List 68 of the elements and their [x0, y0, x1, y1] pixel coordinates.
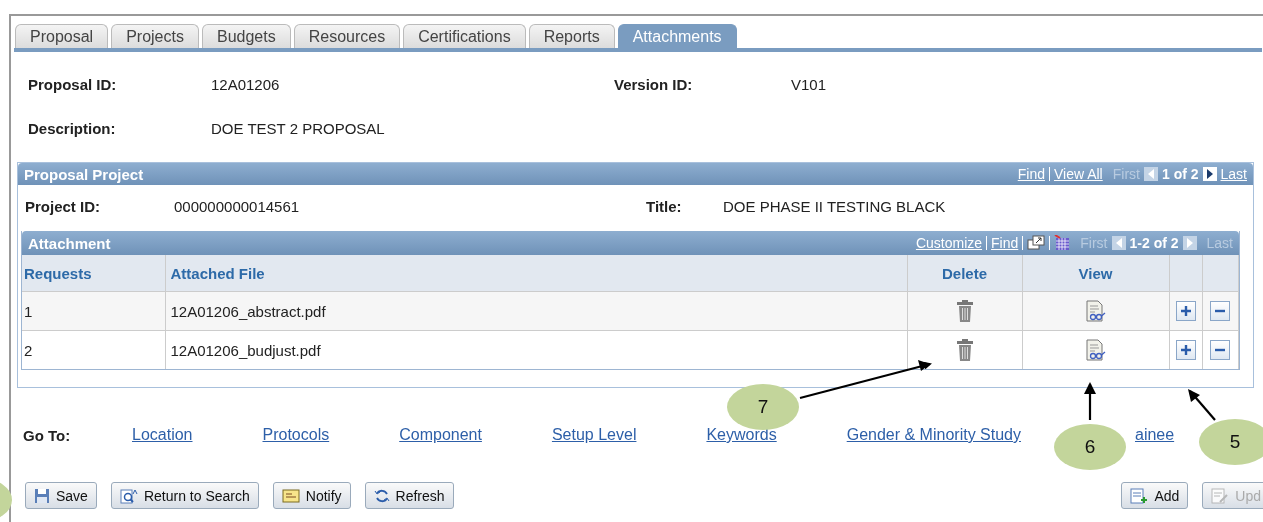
- goto-link[interactable]: Setup Level: [551, 426, 637, 444]
- goto-label: Go To:: [23, 426, 72, 444]
- document-pencil-icon: [1211, 487, 1230, 504]
- table-cell: 1: [22, 291, 165, 331]
- table-cell: 2: [22, 330, 165, 369]
- document-glasses-icon[interactable]: [1084, 339, 1107, 361]
- goto-link[interactable]: ainee: [1135, 426, 1175, 444]
- magnifier-document-icon: [119, 487, 138, 504]
- delete-row-button[interactable]: [1210, 301, 1231, 321]
- spreadsheet-icon[interactable]: [1054, 235, 1071, 251]
- refresh-icon: [373, 487, 390, 504]
- arrow: [1084, 382, 1096, 420]
- field-label: Version ID:: [614, 75, 694, 93]
- table-cell: 12A01206_abstract.pdf: [165, 291, 907, 331]
- plus-icon: [1179, 305, 1192, 317]
- field-value: V101: [791, 75, 827, 93]
- goto-link[interactable]: Protocols: [262, 426, 330, 444]
- document-glasses-icon[interactable]: [1084, 300, 1107, 322]
- tab[interactable]: Budgets: [201, 24, 291, 48]
- last-label: Last: [1206, 235, 1233, 251]
- page-count: 1 of 2: [1161, 166, 1199, 182]
- previous-icon[interactable]: [1111, 236, 1126, 250]
- field-value: DOE PHASE II TESTING BLACK: [723, 197, 946, 215]
- first-label: First: [1112, 166, 1140, 182]
- note-icon: [281, 488, 300, 503]
- tab[interactable]: Proposal: [15, 24, 109, 48]
- column-header: Requests: [22, 255, 165, 292]
- tab[interactable]: Projects: [111, 24, 199, 48]
- goto-link[interactable]: Location: [132, 426, 193, 444]
- callout-bubble: 6: [1054, 424, 1126, 470]
- toolbar-button[interactable]: Notify: [272, 482, 351, 509]
- goto-link[interactable]: Component: [399, 426, 482, 444]
- callout-bubble: 5: [1199, 419, 1263, 465]
- tab[interactable]: Reports: [528, 24, 615, 48]
- field-label: Project ID:: [25, 197, 101, 215]
- column-header: Delete: [907, 255, 1022, 292]
- field-label: Title:: [646, 197, 683, 215]
- field-value: DOE TEST 2 PROPOSAL: [211, 119, 385, 137]
- panel-title: Proposal Project: [24, 165, 144, 183]
- toolbar-button[interactable]: Refresh: [364, 482, 454, 509]
- field-label: Proposal ID:: [28, 75, 118, 93]
- column-header: View: [1022, 255, 1169, 292]
- field-value: 12A01206: [211, 75, 281, 93]
- toolbar-button[interactable]: Return to Search: [110, 482, 259, 509]
- trash-icon[interactable]: [955, 300, 974, 322]
- toolbar-button[interactable]: Add: [1121, 482, 1189, 509]
- grid-title: Attachment: [28, 234, 111, 252]
- field-value: 000000000014561: [174, 197, 301, 215]
- goto-link[interactable]: Gender & Minority Study: [846, 426, 1021, 444]
- new-window-icon[interactable]: [1027, 235, 1046, 251]
- tab[interactable]: Certifications: [403, 24, 526, 48]
- document-plus-icon: [1130, 487, 1149, 504]
- next-icon[interactable]: [1202, 167, 1217, 181]
- arrow: [1188, 389, 1216, 421]
- column-header: Attached File: [165, 255, 907, 292]
- trash-icon[interactable]: [955, 339, 974, 361]
- add-row-button[interactable]: [1175, 340, 1196, 360]
- table-cell: 12A01206_budjust.pdf: [165, 330, 907, 369]
- field-label: Description:: [28, 119, 117, 137]
- delete-row-button[interactable]: [1210, 340, 1231, 360]
- plus-icon: [1179, 344, 1192, 356]
- add-row-button[interactable]: [1175, 301, 1196, 321]
- toolbar-button[interactable]: Save: [25, 482, 97, 509]
- previous-icon[interactable]: [1143, 167, 1158, 181]
- first-label: First: [1080, 235, 1108, 251]
- page-count: 1-2 of 2: [1129, 235, 1179, 251]
- tab[interactable]: Resources: [293, 24, 401, 48]
- callout-bubble: 7: [727, 384, 799, 430]
